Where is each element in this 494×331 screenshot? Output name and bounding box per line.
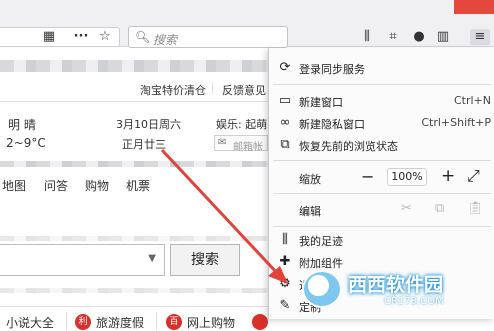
watermark-site: CR173.COM <box>384 296 444 307</box>
watermark-logo <box>302 270 342 308</box>
watermark-brand: 西西软件园 <box>348 274 444 296</box>
site-watermark: 西西软件园 CR173.COM <box>296 266 492 312</box>
arrow-line <box>160 148 280 276</box>
